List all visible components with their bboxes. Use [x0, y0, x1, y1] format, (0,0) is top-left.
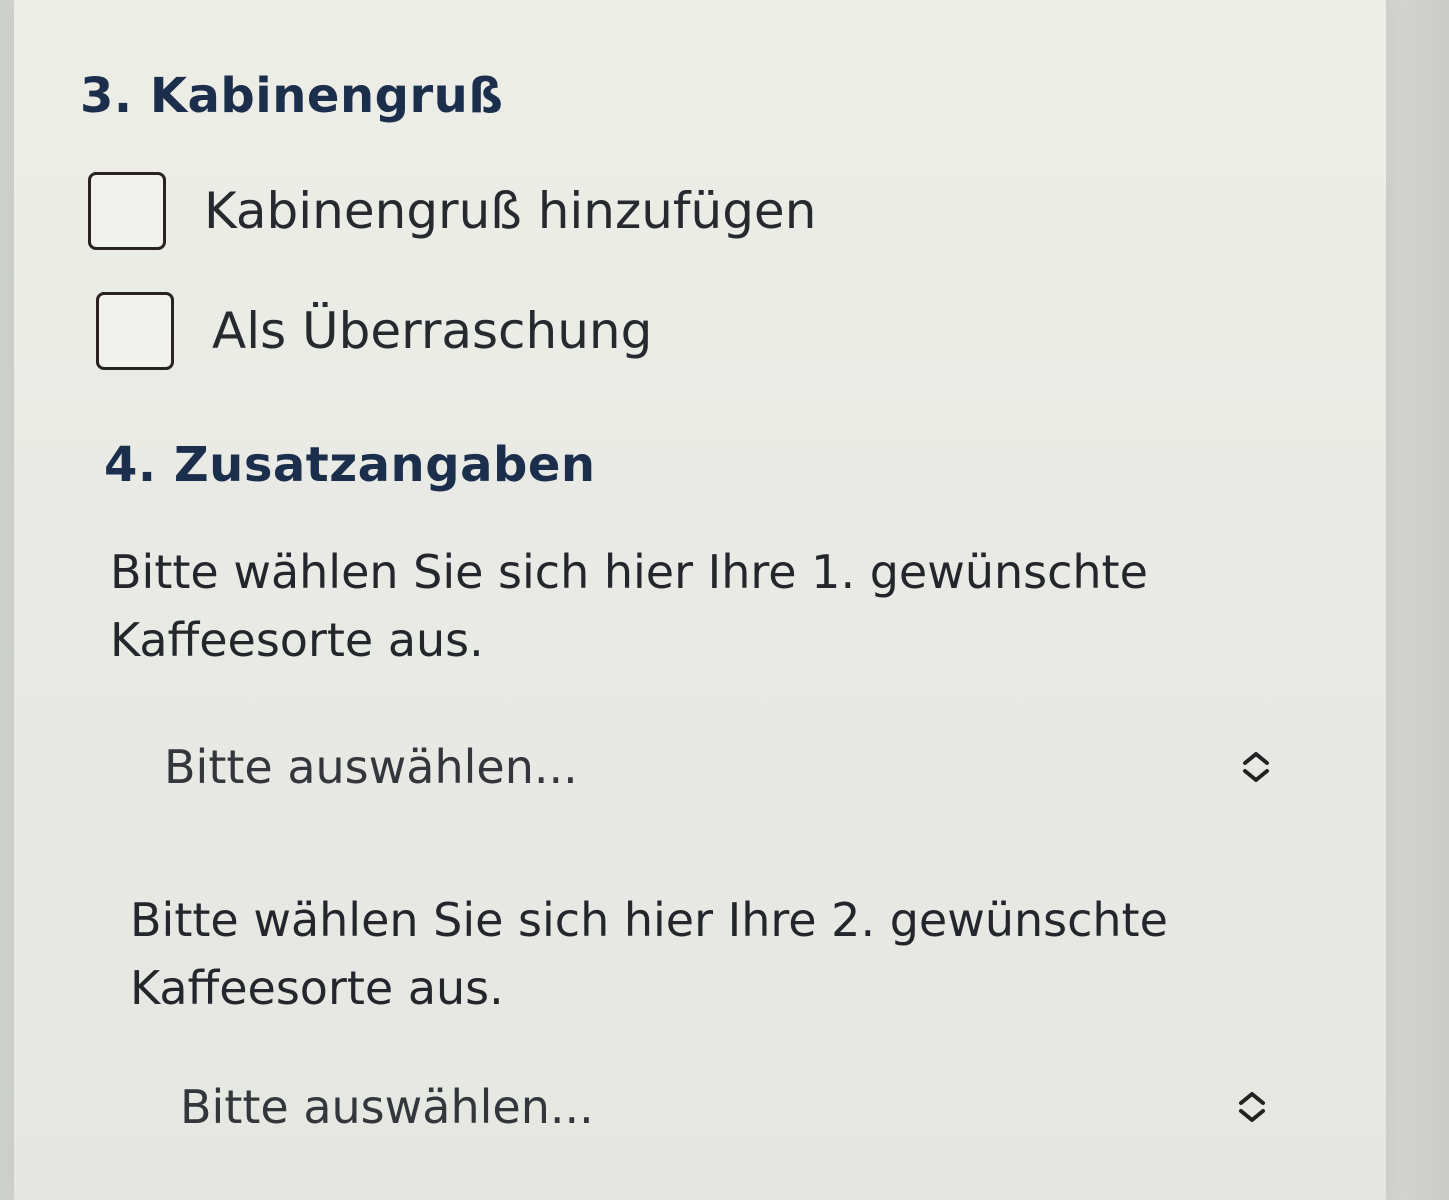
coffee-2-select-value: Bitte auswählen... — [180, 1080, 594, 1134]
coffee-1-prompt: Bitte wählen Sie sich hier Ihre 1. gewün… — [110, 545, 1148, 667]
chevron-up-down-icon — [1239, 1092, 1265, 1122]
add-greeting-checkbox[interactable] — [88, 172, 166, 250]
surprise-checkbox[interactable] — [96, 292, 174, 370]
section-title-zusatzangaben: 4. Zusatzangaben — [104, 437, 596, 493]
checkbox-row-surprise[interactable]: Als Überraschung — [96, 292, 652, 370]
coffee-1-select[interactable]: Bitte auswählen... — [164, 722, 1274, 812]
coffee-1-select-value: Bitte auswählen... — [164, 740, 578, 794]
section-title-kabinengruss: 3. Kabinengruß — [80, 68, 504, 124]
coffee-2-select[interactable]: Bitte auswählen... — [180, 1062, 1270, 1152]
form-panel: 3. Kabinengruß Kabinengruß hinzufügen Al… — [14, 0, 1386, 1200]
add-greeting-label: Kabinengruß hinzufügen — [204, 182, 817, 240]
coffee-2-prompt: Bitte wählen Sie sich hier Ihre 2. gewün… — [130, 893, 1168, 1015]
checkbox-row-add-greeting[interactable]: Kabinengruß hinzufügen — [88, 172, 816, 250]
chevron-up-down-icon — [1243, 752, 1269, 782]
surprise-label: Als Überraschung — [212, 302, 653, 360]
